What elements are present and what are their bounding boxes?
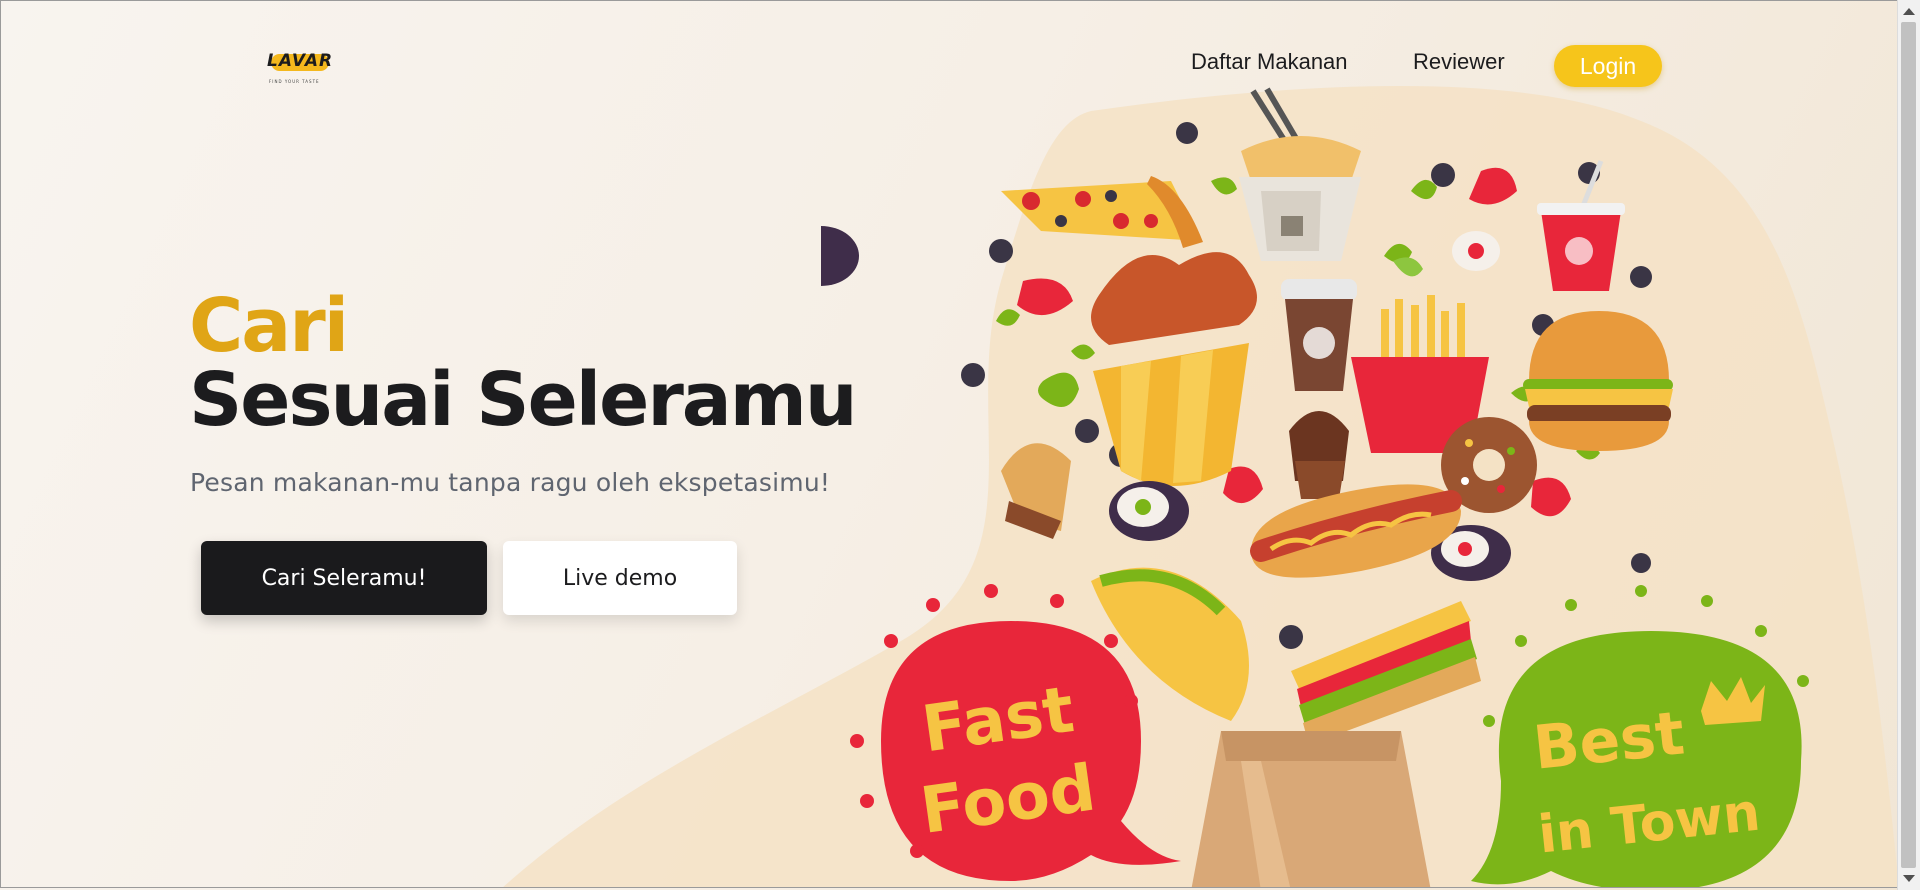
scrollbar-thumb[interactable] xyxy=(1901,22,1916,868)
logo-text: LAVAR xyxy=(267,51,334,71)
hero-title-accent: Cari xyxy=(189,283,349,369)
scroll-up-icon[interactable] xyxy=(1903,8,1915,15)
nav-daftar-makanan[interactable]: Daftar Makanan xyxy=(1191,49,1348,75)
scroll-down-icon[interactable] xyxy=(1903,875,1915,882)
paper-bag-icon xyxy=(1191,731,1431,887)
coffee-cup-icon xyxy=(1281,279,1357,391)
brand-logo[interactable]: LAVAR FIND YOUR TASTE xyxy=(267,51,337,87)
burger-icon xyxy=(1523,311,1673,451)
food-illustration: Fast Food Best in Town xyxy=(821,87,1809,887)
page: LAVAR FIND YOUR TASTE Daftar Makanan Rev… xyxy=(0,0,1898,888)
hero-title: Sesuai Seleramu xyxy=(189,357,858,443)
chocolate-muffin-icon xyxy=(1289,411,1349,499)
scrollbar[interactable] xyxy=(1897,0,1920,890)
logo-tagline: FIND YOUR TASTE xyxy=(269,79,320,84)
muffin-icon xyxy=(1001,443,1071,539)
sandwich-icon xyxy=(1291,601,1481,745)
hero-subtitle: Pesan makanan-mu tanpa ragu oleh ekspeta… xyxy=(190,468,831,497)
pizza-icon xyxy=(1001,176,1203,248)
chicken-bucket-icon xyxy=(1091,252,1257,486)
noodle-box-icon xyxy=(1239,87,1361,261)
sushi-roll-icon xyxy=(1109,481,1189,541)
hotdog-icon xyxy=(1250,484,1462,578)
cari-seleramu-button[interactable]: Cari Seleramu! xyxy=(201,541,487,615)
best-in-town-badge: Best in Town xyxy=(1471,585,1809,887)
live-demo-button[interactable]: Live demo xyxy=(503,541,737,615)
nav-reviewer[interactable]: Reviewer xyxy=(1413,49,1505,75)
